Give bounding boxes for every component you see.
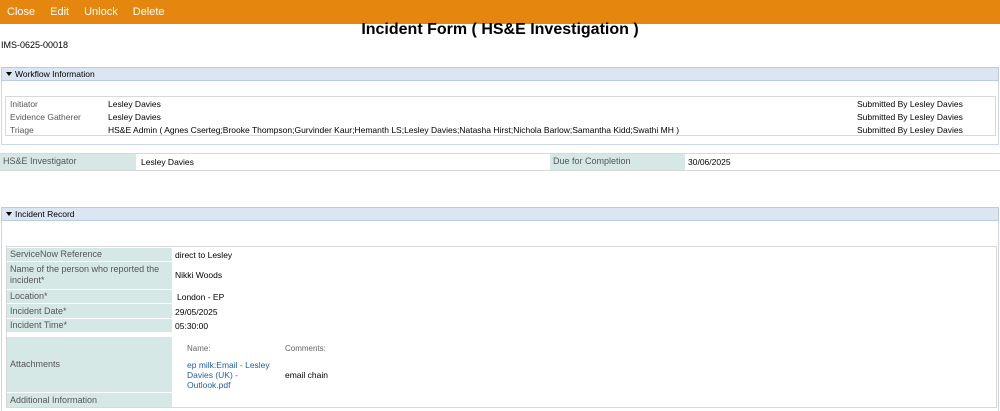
- servicenow-label: ServiceNow Reference: [7, 248, 172, 261]
- incident-section-title: Incident Record: [15, 209, 75, 219]
- incident-date-value: 29/05/2025: [175, 307, 218, 317]
- workflow-stage-label: Triage: [10, 125, 34, 135]
- additional-info-label: Additional Information: [7, 393, 172, 407]
- location-label: Location*: [7, 290, 172, 303]
- investigator-row: HS&E Investigator Lesley Davies Due for …: [0, 153, 1000, 171]
- due-value: 30/06/2025: [688, 157, 731, 167]
- workflow-section-header[interactable]: Workflow Information: [1, 67, 999, 81]
- incident-date-label: Incident Date*: [7, 304, 172, 318]
- workflow-assignee: Lesley Davies: [108, 112, 161, 122]
- reference-number: IMS-0625-00018: [1, 40, 69, 50]
- workflow-row: Triage HS&E Admin ( Agnes Cserteg;Brooke…: [6, 125, 995, 138]
- workflow-status: Submitted By Lesley Davies: [857, 125, 963, 135]
- workflow-stage-label: Initiator: [10, 99, 38, 109]
- incident-time-value: 05:30:00: [175, 321, 209, 331]
- workflow-stage-label: Evidence Gatherer: [10, 112, 81, 122]
- collapse-caret-icon: [6, 212, 12, 216]
- due-label: Due for Completion: [550, 154, 685, 170]
- workflow-row: Evidence Gatherer Lesley Davies Submitte…: [6, 112, 995, 125]
- incident-record-table: ServiceNow Reference direct to Lesley Na…: [6, 246, 997, 408]
- servicenow-value: direct to Lesley: [175, 250, 233, 260]
- workflow-section-title: Workflow Information: [15, 69, 95, 79]
- investigator-value: Lesley Davies: [141, 157, 194, 167]
- workflow-status: Submitted By Lesley Davies: [857, 99, 963, 109]
- workflow-assignee: Lesley Davies: [108, 99, 161, 109]
- reporter-value: Nikki Woods: [175, 270, 223, 280]
- attachment-comment: email chain: [285, 370, 328, 380]
- attachment-link[interactable]: ep milk:Email - Lesley Davies (UK) - Out…: [187, 360, 277, 390]
- incident-section-header[interactable]: Incident Record: [1, 207, 999, 221]
- collapse-caret-icon: [6, 72, 12, 76]
- unlock-button[interactable]: Unlock: [84, 6, 118, 18]
- workflow-assignee: HS&E Admin ( Agnes Cserteg;Brooke Thomps…: [108, 125, 680, 135]
- workflow-row: Initiator Lesley Davies Submitted By Les…: [6, 99, 995, 112]
- incident-time-label: Incident Time*: [7, 319, 172, 332]
- reporter-label: Name of the person who reported the inci…: [7, 262, 172, 289]
- attachment-comments-header: Comments:: [285, 344, 326, 353]
- attachments-label: Attachments: [7, 337, 172, 392]
- page-title: Incident Form ( HS&E Investigation ): [361, 21, 639, 38]
- workflow-table: Initiator Lesley Davies Submitted By Les…: [5, 96, 996, 136]
- location-value: London - EP: [177, 292, 225, 302]
- edit-button[interactable]: Edit: [50, 6, 69, 18]
- close-button[interactable]: Close: [7, 6, 35, 18]
- delete-button[interactable]: Delete: [133, 6, 165, 18]
- workflow-status: Submitted By Lesley Davies: [857, 112, 963, 122]
- attachment-name-header: Name:: [187, 344, 211, 353]
- investigator-label: HS&E Investigator: [0, 154, 136, 170]
